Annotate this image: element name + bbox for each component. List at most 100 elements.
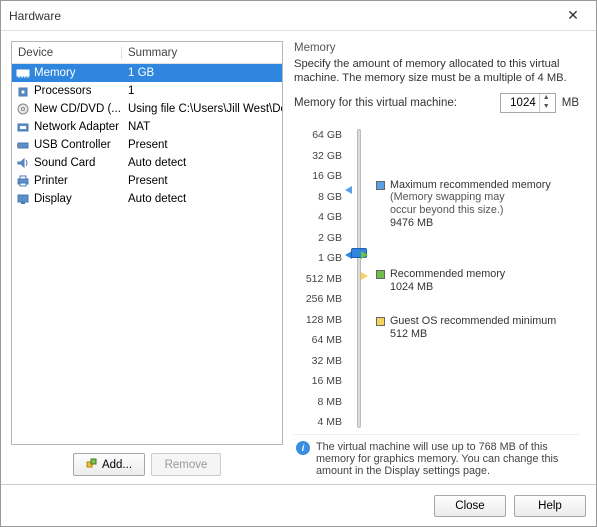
disc-icon (16, 103, 30, 115)
spinner-up-icon[interactable]: ▲ (540, 94, 553, 103)
cpu-icon (16, 85, 30, 97)
device-name: Display (34, 193, 72, 205)
close-label: Close (455, 500, 484, 512)
device-name: Sound Card (34, 157, 95, 169)
titlebar: Hardware ✕ (1, 1, 596, 31)
tick-label: 2 GB (294, 232, 342, 244)
legend-min-label: Guest OS recommended minimum (390, 315, 556, 328)
spinner-arrows[interactable]: ▲ ▼ (539, 94, 553, 112)
device-summary: Auto detect (122, 193, 282, 205)
sound-icon (16, 157, 30, 169)
triangle-icon (361, 251, 368, 259)
slider-ticks: 64 GB 32 GB 16 GB 8 GB 4 GB 2 GB 1 GB 512 MB 256… (294, 127, 342, 430)
info-note: i The virtual machine will use up to 768… (294, 434, 579, 479)
usb-icon (16, 139, 30, 151)
device-name: Network Adapter (34, 121, 119, 133)
tick-label: 64 MB (294, 334, 342, 346)
memory-spinner[interactable]: ▲ ▼ (500, 93, 556, 113)
device-summary: 1 GB (122, 67, 282, 79)
legend-max-sub1: (Memory swapping may (390, 191, 551, 204)
nic-icon (16, 121, 30, 133)
device-summary: 1 (122, 85, 282, 97)
display-icon (16, 193, 30, 205)
memory-input[interactable] (501, 96, 539, 110)
tick-label: 4 MB (294, 416, 342, 428)
memory-slider-area: 64 GB 32 GB 16 GB 8 GB 4 GB 2 GB 1 GB 512 MB 256… (294, 127, 579, 430)
tick-label: 256 MB (294, 293, 342, 305)
legend-rec-value: 1024 MB (390, 281, 505, 294)
device-row[interactable]: Sound Card Auto detect (12, 154, 282, 172)
device-name: Memory (34, 67, 76, 79)
device-summary: Auto detect (122, 157, 282, 169)
legend-swatch-rec (376, 270, 385, 279)
tick-label: 4 GB (294, 211, 342, 223)
device-summary: Present (122, 175, 282, 187)
slider-track-column[interactable] (348, 127, 370, 430)
window-title: Hardware (9, 9, 61, 23)
add-icon (86, 457, 98, 472)
device-row[interactable]: Printer Present (12, 172, 282, 190)
triangle-icon (345, 186, 352, 194)
device-name: New CD/DVD (... (34, 103, 121, 115)
col-device-header[interactable]: Device (12, 47, 122, 59)
legend-rec-label: Recommended memory (390, 268, 505, 281)
add-label: Add... (102, 459, 132, 471)
legend-min-value: 512 MB (390, 328, 556, 341)
content-area: Device Summary Memory1 GBProcessors1New … (1, 31, 596, 484)
close-icon[interactable]: ✕ (558, 7, 588, 24)
help-label: Help (538, 500, 562, 512)
memory-description: Specify the amount of memory allocated t… (294, 57, 579, 85)
device-name: Processors (34, 85, 92, 97)
device-panel: Device Summary Memory1 GBProcessors1New … (11, 41, 283, 480)
tick-label: 128 MB (294, 314, 342, 326)
close-button[interactable]: Close (434, 495, 506, 517)
info-text: The virtual machine will use up to 768 M… (316, 441, 577, 477)
info-icon: i (296, 441, 310, 455)
device-row[interactable]: Display Auto detect (12, 190, 282, 208)
triangle-icon (361, 272, 368, 280)
device-row[interactable]: Network AdapterNAT (12, 118, 282, 136)
remove-label: Remove (165, 459, 208, 471)
legend-swatch-min (376, 317, 385, 326)
device-list: Device Summary Memory1 GBProcessors1New … (11, 41, 283, 445)
device-summary: NAT (122, 121, 282, 133)
add-button[interactable]: Add... (73, 453, 145, 476)
legend-swatch-max (376, 181, 385, 190)
col-summary-header[interactable]: Summary (122, 47, 282, 59)
memory-unit: MB (562, 97, 579, 109)
memory-input-row: Memory for this virtual machine: ▲ ▼ MB (294, 93, 579, 113)
marker-rec (348, 251, 368, 259)
dialog-footer: Close Help (1, 484, 596, 526)
printer-icon (16, 175, 30, 187)
marker-max (348, 186, 368, 194)
slider-legend: Maximum recommended memory (Memory swapp… (376, 127, 579, 430)
help-button[interactable]: Help (514, 495, 586, 517)
tick-label: 16 GB (294, 170, 342, 182)
device-summary: Using file C:\Users\Jill West\Downl... (122, 103, 282, 115)
tick-label: 32 MB (294, 355, 342, 367)
remove-button[interactable]: Remove (151, 453, 221, 476)
tick-label: 32 GB (294, 150, 342, 162)
device-buttons: Add... Remove (11, 445, 283, 480)
tick-label: 512 MB (294, 273, 342, 285)
memory-field-label: Memory for this virtual machine: (294, 97, 494, 109)
memory-icon (16, 67, 30, 79)
marker-min (348, 272, 368, 280)
tick-label: 8 MB (294, 396, 342, 408)
device-list-header: Device Summary (12, 42, 282, 64)
tick-label: 1 GB (294, 252, 342, 264)
legend-max-value: 9476 MB (390, 217, 551, 230)
memory-panel: Memory Specify the amount of memory allo… (291, 41, 586, 480)
device-row[interactable]: Processors 1 (12, 82, 282, 100)
tick-label: 64 GB (294, 129, 342, 141)
spinner-down-icon[interactable]: ▼ (540, 103, 553, 112)
memory-group-title: Memory (294, 42, 579, 54)
device-row[interactable]: USB ControllerPresent (12, 136, 282, 154)
device-row[interactable]: New CD/DVD (...Using file C:\Users\Jill … (12, 100, 282, 118)
device-rows: Memory1 GBProcessors1New CD/DVD (...Usin… (12, 64, 282, 444)
device-row[interactable]: Memory 1 GB (12, 64, 282, 82)
tick-label: 8 GB (294, 191, 342, 203)
legend-max-label: Maximum recommended memory (390, 179, 551, 192)
hardware-dialog: Hardware ✕ Device Summary Memory 1 GB Proc… (0, 0, 597, 527)
device-name: Printer (34, 175, 68, 187)
